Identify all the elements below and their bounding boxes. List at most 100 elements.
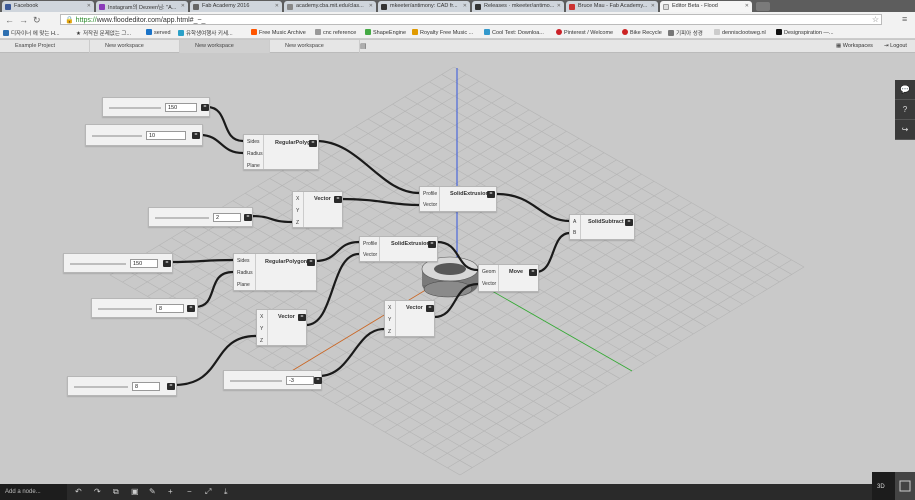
number-slider[interactable] <box>230 380 282 382</box>
output-port-icon[interactable]: = <box>529 269 537 276</box>
number-node[interactable]: 150 = <box>63 253 173 273</box>
input-port[interactable]: Sides <box>247 139 260 145</box>
vector-node[interactable]: X Y Z Vector = <box>384 300 435 337</box>
input-port[interactable]: Vector <box>363 252 377 258</box>
zoom-out-icon[interactable]: − <box>187 487 192 496</box>
close-tab-icon[interactable]: ✕ <box>275 3 279 9</box>
browser-tab-active[interactable]: Editor Beta - Flood ✕ <box>660 1 752 12</box>
back-arrow-icon[interactable]: ← <box>5 15 14 25</box>
redo-icon[interactable]: ↷ <box>94 487 101 496</box>
output-port-icon[interactable]: = <box>187 305 195 312</box>
vector-node[interactable]: X Y Z Vector = <box>292 191 343 228</box>
bookmark-star-icon[interactable]: ☆ <box>872 15 879 24</box>
input-port[interactable]: Sides <box>237 258 250 264</box>
input-port[interactable]: Profile <box>423 191 437 197</box>
input-port[interactable]: Y <box>260 326 263 332</box>
number-field[interactable]: 150 <box>165 103 197 112</box>
close-tab-icon[interactable]: ✕ <box>181 3 185 9</box>
bookmark-item[interactable]: Bike Recycle <box>622 29 662 36</box>
input-port[interactable]: Z <box>296 220 299 226</box>
copy-icon[interactable]: ⧉ <box>113 487 119 497</box>
input-port[interactable]: A <box>573 219 576 225</box>
number-node[interactable]: 150 = <box>102 97 210 117</box>
bookmark-item[interactable]: Free Music Archive <box>251 29 306 36</box>
cube-view-icon[interactable] <box>895 472 915 500</box>
input-port[interactable]: Profile <box>363 241 377 247</box>
bookmark-item[interactable]: 디자이너 에 맞는 H... <box>3 29 60 37</box>
input-port[interactable]: Y <box>296 208 299 214</box>
number-node[interactable]: 2 = <box>148 207 253 227</box>
number-slider[interactable] <box>74 386 128 388</box>
output-port-icon[interactable]: = <box>307 259 315 266</box>
browser-tab[interactable]: Releases · mkeeter/antimo... ✕ <box>472 1 564 12</box>
paste-icon[interactable]: ▣ <box>131 487 139 496</box>
download-icon[interactable]: ⤓ <box>224 487 228 497</box>
bookmark-item[interactable]: Pinterest / Welcome <box>556 29 613 36</box>
zoom-fit-icon[interactable]: ⤢ <box>205 487 211 497</box>
number-field[interactable]: 10 <box>146 131 186 140</box>
input-port[interactable]: X <box>388 305 391 311</box>
number-field[interactable]: 150 <box>130 259 158 268</box>
workspace-tab[interactable]: Example Project <box>0 40 90 53</box>
output-port-icon[interactable]: = <box>334 196 342 203</box>
regular-polygon-node[interactable]: Sides Radius Plane RegularPolygon = <box>243 134 319 170</box>
add-node-input[interactable]: Add a node... <box>0 484 67 500</box>
browser-tab[interactable]: Facebook ✕ <box>2 1 94 12</box>
input-port[interactable]: Radius <box>237 270 253 276</box>
close-tab-icon[interactable]: ✕ <box>557 3 561 9</box>
output-port-icon[interactable]: = <box>244 214 252 221</box>
regular-polygon-node[interactable]: Sides Radius Plane RegularPolygon = <box>233 253 317 291</box>
new-workspace-icon[interactable]: ▤ <box>360 42 367 50</box>
number-node[interactable]: 8 = <box>91 298 198 318</box>
workspace-tab[interactable]: New workspace <box>90 40 180 53</box>
output-port-icon[interactable]: = <box>428 241 436 248</box>
number-field[interactable]: 8 <box>132 382 160 391</box>
input-port[interactable]: X <box>296 196 299 202</box>
close-tab-icon[interactable]: ✕ <box>463 3 467 9</box>
workspace-tab[interactable]: New workspace <box>270 40 360 53</box>
input-port[interactable]: Geom <box>482 269 496 275</box>
bookmark-item[interactable]: dennisclootweg.nl <box>714 29 766 36</box>
bookmark-item[interactable]: Royalty Free Music ... <box>412 29 473 36</box>
number-slider[interactable] <box>98 308 152 310</box>
browser-tab[interactable]: Bruce Mau - Fab Academy... ✕ <box>566 1 658 12</box>
node-canvas[interactable]: 150 = 10 = 2 = 150 = 8 = 8 = -3 = Sides … <box>0 53 915 484</box>
help-icon[interactable]: ? <box>895 100 915 120</box>
number-node[interactable]: 8 = <box>67 376 177 396</box>
number-node[interactable]: 10 = <box>85 124 203 146</box>
input-port[interactable]: Y <box>388 317 391 323</box>
zoom-in-icon[interactable]: + <box>168 487 173 496</box>
input-port[interactable]: Vector <box>482 281 496 287</box>
move-node[interactable]: Geom Vector Move = <box>478 264 539 292</box>
number-node[interactable]: -3 = <box>223 370 322 390</box>
input-port[interactable]: Z <box>388 329 391 335</box>
input-port[interactable]: B <box>573 230 576 236</box>
number-slider[interactable] <box>92 135 142 137</box>
output-port-icon[interactable]: = <box>298 314 306 321</box>
browser-tab[interactable]: Instagram의 Dezeen님: "A... ✕ <box>96 1 188 12</box>
solid-extrusion-node[interactable]: Profile Vector SolidExtrusion = <box>359 236 438 262</box>
browser-tab[interactable]: Fab Academy 2016 ✕ <box>190 1 282 12</box>
new-tab-button[interactable] <box>756 2 770 11</box>
bookmark-item[interactable]: 유학생여행사 키세... <box>178 29 233 37</box>
url-input[interactable]: 🔒 https://www.floodeditor.com/app.html#_… <box>60 14 882 25</box>
solid-subtract-node[interactable]: A B SolidSubtract = <box>569 214 635 240</box>
vector-node[interactable]: X Y Z Vector = <box>256 309 307 346</box>
chrome-menu-icon[interactable]: ≡ <box>902 14 907 24</box>
bookmark-item[interactable]: Designspiration —... <box>776 29 834 36</box>
number-field[interactable]: -3 <box>286 376 314 385</box>
number-slider[interactable] <box>155 217 209 219</box>
output-port-icon[interactable]: = <box>192 132 200 139</box>
workspace-tab-active[interactable]: New workspace <box>180 40 270 53</box>
bookmark-item[interactable]: served <box>146 29 171 36</box>
input-port[interactable]: Radius <box>247 151 263 157</box>
output-port-icon[interactable]: = <box>201 104 209 111</box>
solid-extrusion-node[interactable]: Profile Vector SolidExtrusion = <box>419 186 497 212</box>
number-slider[interactable] <box>109 107 161 109</box>
number-slider[interactable] <box>70 263 126 265</box>
number-field[interactable]: 2 <box>213 213 241 222</box>
input-port[interactable]: Z <box>260 338 263 344</box>
bookmark-item[interactable]: cnc reference <box>315 29 356 36</box>
bookmark-item[interactable]: Cool Text: Downloa... <box>484 29 544 36</box>
chat-icon[interactable]: 💬 <box>895 80 915 100</box>
